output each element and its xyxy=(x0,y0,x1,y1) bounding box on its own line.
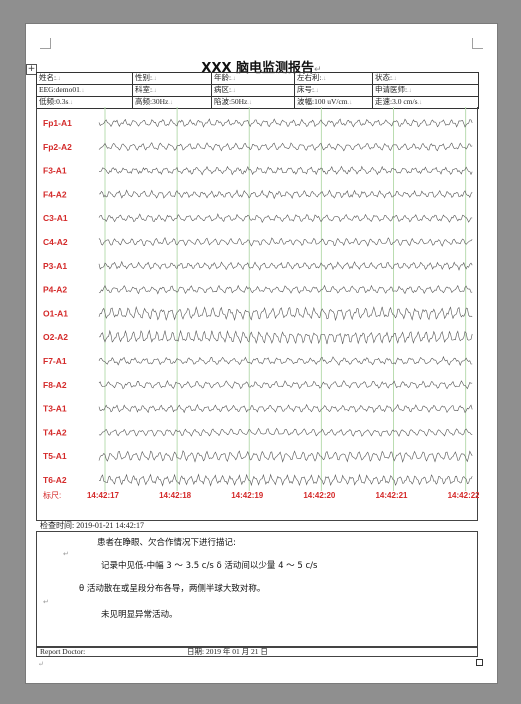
channel-label: P3-A1 xyxy=(43,261,67,271)
channel-label: F8-A2 xyxy=(43,380,67,390)
report-footer: Report Doctor: 日期: 2019 年 01 月 21 日 xyxy=(36,646,478,657)
eeg-trace xyxy=(98,284,473,295)
findings-line: θ 活动散在或呈段分布各导，两侧半球大致对称。 xyxy=(79,584,266,594)
eeg-trace xyxy=(98,260,473,271)
timestamp-label: 14:42:21 xyxy=(375,491,408,500)
channel-label: T5-A1 xyxy=(43,451,67,461)
channel-label: P4-A2 xyxy=(43,285,67,295)
paragraph-mark: ↵ xyxy=(38,660,44,668)
info-row: EEG:demo01.↓ 科室:.↓ 病区:.↓ 床号:.↓ 申请医师:.↓ xyxy=(36,84,479,97)
channel-label: T4-A2 xyxy=(43,427,67,437)
patient-info-table: 姓名:.↓ 性别:.↓ 年龄:.↓ 左右利:.↓ 状态:.↓ EEG:demo0… xyxy=(36,72,479,109)
eeg-trace xyxy=(98,355,473,367)
table-resize-handle[interactable] xyxy=(476,659,483,666)
info-cell[interactable]: 性别:.↓ xyxy=(132,72,212,85)
eeg-trace xyxy=(98,213,473,224)
info-cell[interactable]: 姓名:.↓ xyxy=(36,72,133,85)
findings-line: 记录中见低-中幅 3 ～ 3.5 c/s δ 活动间以少量 4 ～ 5 c/s xyxy=(101,561,318,571)
paragraph-mark: ↵ xyxy=(63,550,69,558)
margin-corner-mark xyxy=(40,38,51,49)
info-cell[interactable]: EEG:demo01.↓ xyxy=(36,84,133,97)
eeg-trace xyxy=(98,189,473,200)
channel-label: T3-A1 xyxy=(43,404,67,414)
channel-label: F3-A1 xyxy=(43,166,67,176)
eeg-trace xyxy=(98,403,473,414)
eeg-trace xyxy=(98,473,473,487)
channel-label: Fp2-A2 xyxy=(43,142,72,152)
report-date[interactable]: 日期: 2019 年 01 月 21 日 xyxy=(187,647,268,657)
info-cell[interactable]: 状态:.↓ xyxy=(372,72,479,85)
eeg-trace xyxy=(98,305,473,322)
info-cell[interactable]: 床号:.↓ xyxy=(294,84,373,97)
eeg-waveform-svg: Fp1-A1 Fp2-A2 F3-A1 F4-A2 C3-A1 C4-A2 P3-A1 P4-… xyxy=(43,107,479,500)
document-page: + XXX 脑电监测报告↵ 姓名:.↓ 性别:.↓ 年龄:.↓ 左右利:.↓ 状… xyxy=(26,24,497,683)
timestamp-label: 14:42:20 xyxy=(303,491,336,500)
channel-label: F4-A2 xyxy=(43,189,67,199)
channel-label: T6-A2 xyxy=(43,475,67,485)
info-cell[interactable]: 科室:.↓ xyxy=(132,84,212,97)
info-cell[interactable]: 病区:.↓ xyxy=(211,84,295,97)
eeg-trace xyxy=(98,236,473,247)
report-doctor-label[interactable]: Report Doctor: xyxy=(40,647,85,657)
timestamp-label: 14:42:22 xyxy=(448,491,479,500)
findings-line: 患者在睁眼、欠合作情况下进行描记: xyxy=(97,538,236,548)
eeg-trace xyxy=(98,379,473,390)
eeg-trace xyxy=(98,329,473,345)
channel-label: C4-A2 xyxy=(43,237,68,247)
eeg-trace xyxy=(98,450,473,463)
info-cell[interactable]: 申请医师:.↓ xyxy=(372,84,479,97)
info-row: 姓名:.↓ 性别:.↓ 年龄:.↓ 左右利:.↓ 状态:.↓ xyxy=(36,72,479,85)
info-cell[interactable]: 年龄:.↓ xyxy=(211,72,295,85)
findings-line: 未见明显异常活动。 xyxy=(101,610,178,620)
eeg-trace xyxy=(98,427,473,437)
paragraph-mark: ↵ xyxy=(43,598,49,606)
scale-label: 标尺: xyxy=(43,490,61,500)
timestamp-label: 14:42:19 xyxy=(231,491,264,500)
info-cell[interactable]: 左右利:.↓ xyxy=(294,72,373,85)
margin-corner-mark xyxy=(472,38,483,49)
exam-time: 检查时间: 2019-01-21 14:42:17 xyxy=(40,521,144,530)
channel-label: C3-A1 xyxy=(43,213,68,223)
eeg-trace xyxy=(98,118,473,128)
timestamp-label: 14:42:17 xyxy=(87,491,120,500)
channel-label: F7-A1 xyxy=(43,356,67,366)
findings-box[interactable]: 患者在睁眼、欠合作情况下进行描记: ↵ 记录中见低-中幅 3 ～ 3.5 c/s… xyxy=(36,531,478,648)
channel-label: Fp1-A1 xyxy=(43,118,72,128)
eeg-waveform-panel: Fp1-A1 Fp2-A2 F3-A1 F4-A2 C3-A1 C4-A2 P3-A1 P4-… xyxy=(36,107,479,521)
channel-label: O1-A1 xyxy=(43,308,68,318)
timestamp-label: 14:42:18 xyxy=(159,491,192,500)
eeg-trace xyxy=(98,165,473,176)
channel-label: O2-A2 xyxy=(43,332,68,342)
eeg-trace xyxy=(98,142,473,152)
